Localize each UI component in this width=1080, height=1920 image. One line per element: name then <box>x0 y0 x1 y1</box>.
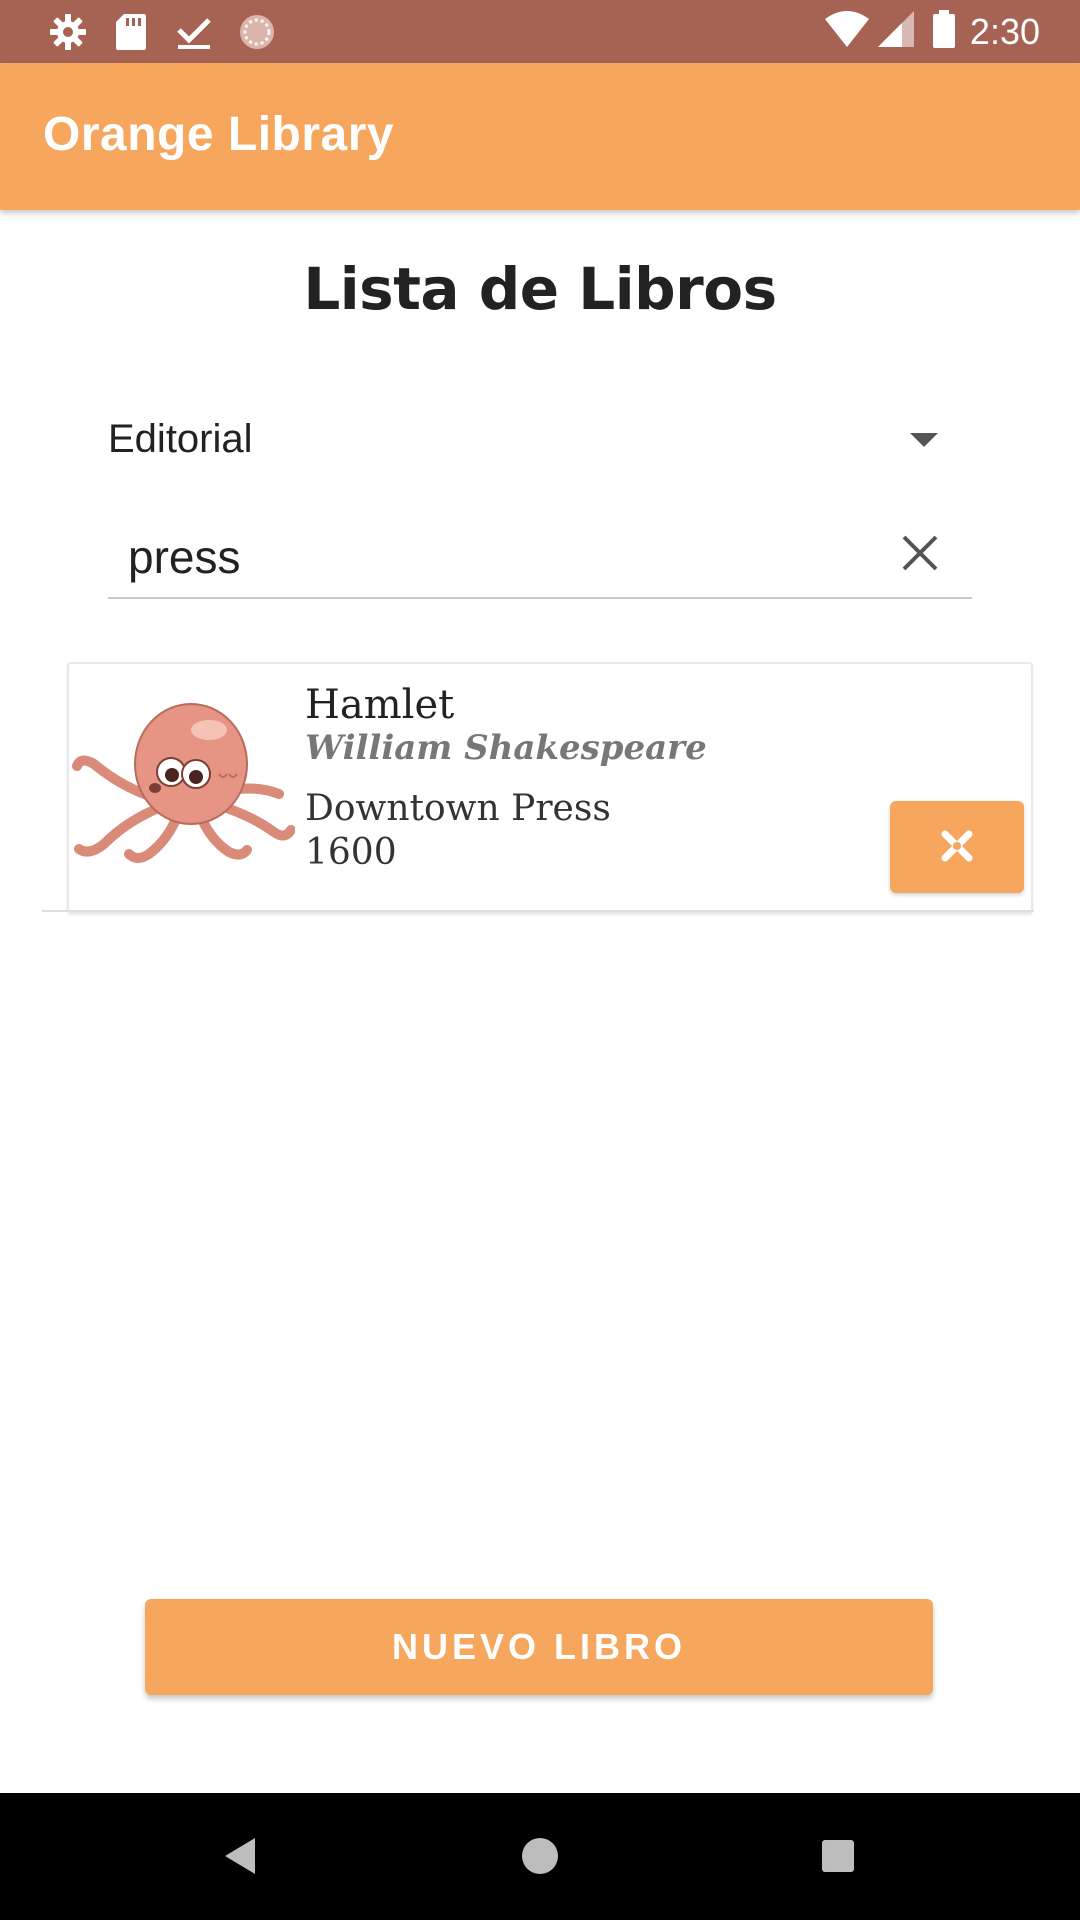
battery-icon <box>932 9 956 54</box>
back-icon[interactable] <box>211 1826 271 1886</box>
wifi-icon <box>824 9 870 54</box>
filter-selected-value: Editorial <box>108 417 253 461</box>
loading-icon <box>237 12 277 52</box>
page-title: Lista de Libros <box>303 255 777 323</box>
book-publisher: Downtown Press <box>305 788 611 829</box>
navigation-bar <box>0 1793 1080 1920</box>
sd-card-icon <box>111 12 151 52</box>
book-title: Hamlet <box>305 682 455 728</box>
status-icons-left <box>48 12 300 52</box>
signal-icon <box>876 9 916 54</box>
search-field <box>108 515 972 599</box>
dropdown-arrow-icon <box>910 433 938 447</box>
download-done-icon <box>174 12 214 52</box>
delete-book-button[interactable] <box>890 801 1024 893</box>
search-input[interactable] <box>128 527 868 587</box>
home-icon[interactable] <box>510 1826 570 1886</box>
clear-icon[interactable] <box>898 531 942 575</box>
book-author: William Shakespeare <box>305 728 707 768</box>
octopus-illustration <box>69 694 296 864</box>
new-book-button[interactable]: NUEVO LIBRO <box>145 1599 933 1695</box>
status-bar: 2:30 <box>0 0 1080 63</box>
book-year: 1600 <box>305 832 397 873</box>
app-bar: Orange Library <box>0 63 1080 210</box>
recents-icon[interactable] <box>808 1826 868 1886</box>
status-clock: 2:30 <box>969 10 1040 52</box>
app-title: Orange Library <box>43 108 395 161</box>
settings-icon <box>48 12 88 52</box>
tools-icon <box>937 826 977 869</box>
list-divider <box>42 910 1034 912</box>
book-list-item[interactable]: Hamlet William Shakespeare Downtown Pres… <box>67 662 1033 914</box>
filter-dropdown[interactable]: Editorial <box>108 405 948 475</box>
status-icons-right: 2:30 <box>824 0 1040 63</box>
